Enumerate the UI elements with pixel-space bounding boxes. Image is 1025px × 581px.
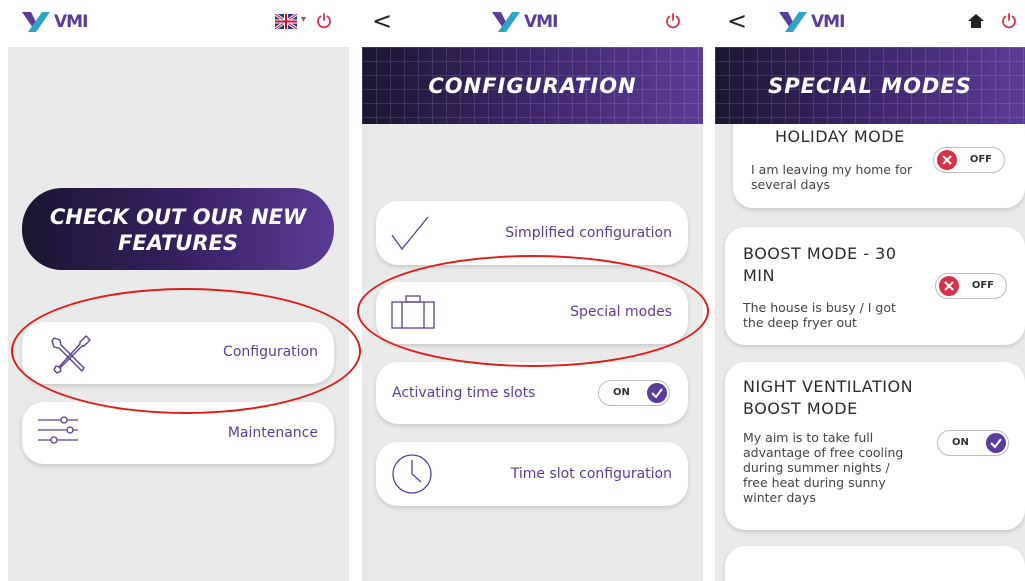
special-modes-label: Special modes [570,304,672,320]
chevron-down-icon[interactable]: ▾ [301,14,306,25]
menu-configuration-label: Configuration [223,344,318,360]
holiday-mode-card: HOLIDAY MODE I am leaving my home for se… [733,110,1025,208]
check-icon [647,383,667,403]
desc-line: during summer nights / [743,460,890,475]
page-header: SPECIAL MODES [715,47,1025,124]
home-screen: VMI ▾ CHECK OUT OUR NEW FEATURES Configu… [8,0,349,581]
time-slots-label: Activating time slots [392,385,536,401]
vmi-logo-icon [779,12,807,32]
power-icon[interactable] [665,12,681,30]
toggle-state: ON [613,387,630,398]
sliders-icon [38,416,78,444]
promo-line-2: FEATURES [118,231,238,255]
brand-word: VMI [811,12,845,32]
top-bar: VMI ▾ [8,0,349,47]
desc-line: free heat during sunny [743,475,886,490]
simplified-configuration-label: Simplified configuration [505,225,672,241]
page-title: SPECIAL MODES [768,74,972,98]
configuration-screen: < VMI CONFIGURATION Simplified configura… [362,0,703,581]
suitcase-icon [391,295,435,329]
toggle-state: OFF [969,154,992,165]
vmi-logo: VMI [22,11,88,33]
page-title: CONFIGURATION [428,74,637,98]
new-features-banner[interactable]: CHECK OUT OUR NEW FEATURES [22,188,334,270]
checkmark-icon [391,216,429,251]
vmi-logo-icon [22,12,50,32]
time-slot-configuration-label: Time slot configuration [510,466,672,482]
menu-maintenance[interactable]: Maintenance [22,402,334,464]
next-mode-card [725,546,1025,581]
toggle-state: ON [952,437,969,448]
top-bar: < VMI [362,0,703,47]
check-icon [986,433,1006,453]
page-header: CONFIGURATION [362,47,703,124]
title-line: BOOST MODE - 30 [743,244,897,263]
power-icon[interactable] [1001,12,1017,30]
close-icon [939,276,959,296]
boost-mode-card: BOOST MODE - 30 MIN The house is busy / … [725,227,1025,345]
night-ventilation-title: NIGHT VENTILATION BOOST MODE [743,376,913,420]
top-bar: < VMI [715,0,1025,47]
boost-mode-toggle[interactable]: OFF [935,273,1007,299]
power-icon[interactable] [316,12,332,30]
desc-line: winter days [743,490,816,505]
menu-configuration[interactable]: Configuration [22,322,334,384]
night-ventilation-card: NIGHT VENTILATION BOOST MODE My aim is t… [725,362,1025,530]
title-line: MIN [743,266,775,285]
desc-line: several days [751,177,831,192]
vmi-logo: VMI [492,11,558,33]
title-line: BOOST MODE [743,399,858,418]
night-ventilation-desc: My aim is to take full advantage of free… [743,430,903,505]
special-modes-item[interactable]: Special modes [376,282,688,344]
holiday-mode-desc: I am leaving my home for several days [751,162,912,192]
holiday-mode-toggle[interactable]: OFF [933,147,1005,173]
boost-mode-desc: The house is busy / I got the deep fryer… [743,300,896,330]
simplified-configuration-item[interactable]: Simplified configuration [376,201,688,265]
time-slots-toggle[interactable]: ON [598,380,670,406]
desc-line: advantage of free cooling [743,445,904,460]
desc-line: My aim is to take full [743,430,874,445]
boost-mode-title: BOOST MODE - 30 MIN [743,243,897,287]
special-modes-screen: HOLIDAY MODE I am leaving my home for se… [715,0,1025,581]
time-slot-configuration-item[interactable]: Time slot configuration [376,442,688,506]
menu-maintenance-label: Maintenance [227,425,318,441]
vmi-logo-icon [492,12,520,32]
back-chevron-icon[interactable]: < [727,9,747,33]
promo-line-1: CHECK OUT OUR NEW [49,205,307,229]
uk-flag-icon[interactable] [274,12,298,31]
vmi-logo: VMI [779,11,845,33]
title-line: NIGHT VENTILATION [743,377,914,396]
desc-line: I am leaving my home for [751,162,913,177]
night-ventilation-toggle[interactable]: ON [937,430,1009,456]
home-icon[interactable] [967,13,985,29]
holiday-mode-title: HOLIDAY MODE [775,127,905,146]
back-chevron-icon[interactable]: < [372,9,392,33]
desc-line: The house is busy / I got [743,300,896,315]
time-slots-item[interactable]: Activating time slots ON [376,362,688,424]
tools-icon [51,335,91,374]
clock-icon [392,454,432,494]
desc-line: the deep fryer out [743,315,857,330]
brand-word: VMI [524,12,558,32]
close-icon [937,150,957,170]
brand-word: VMI [54,12,88,32]
toggle-state: OFF [971,280,994,291]
